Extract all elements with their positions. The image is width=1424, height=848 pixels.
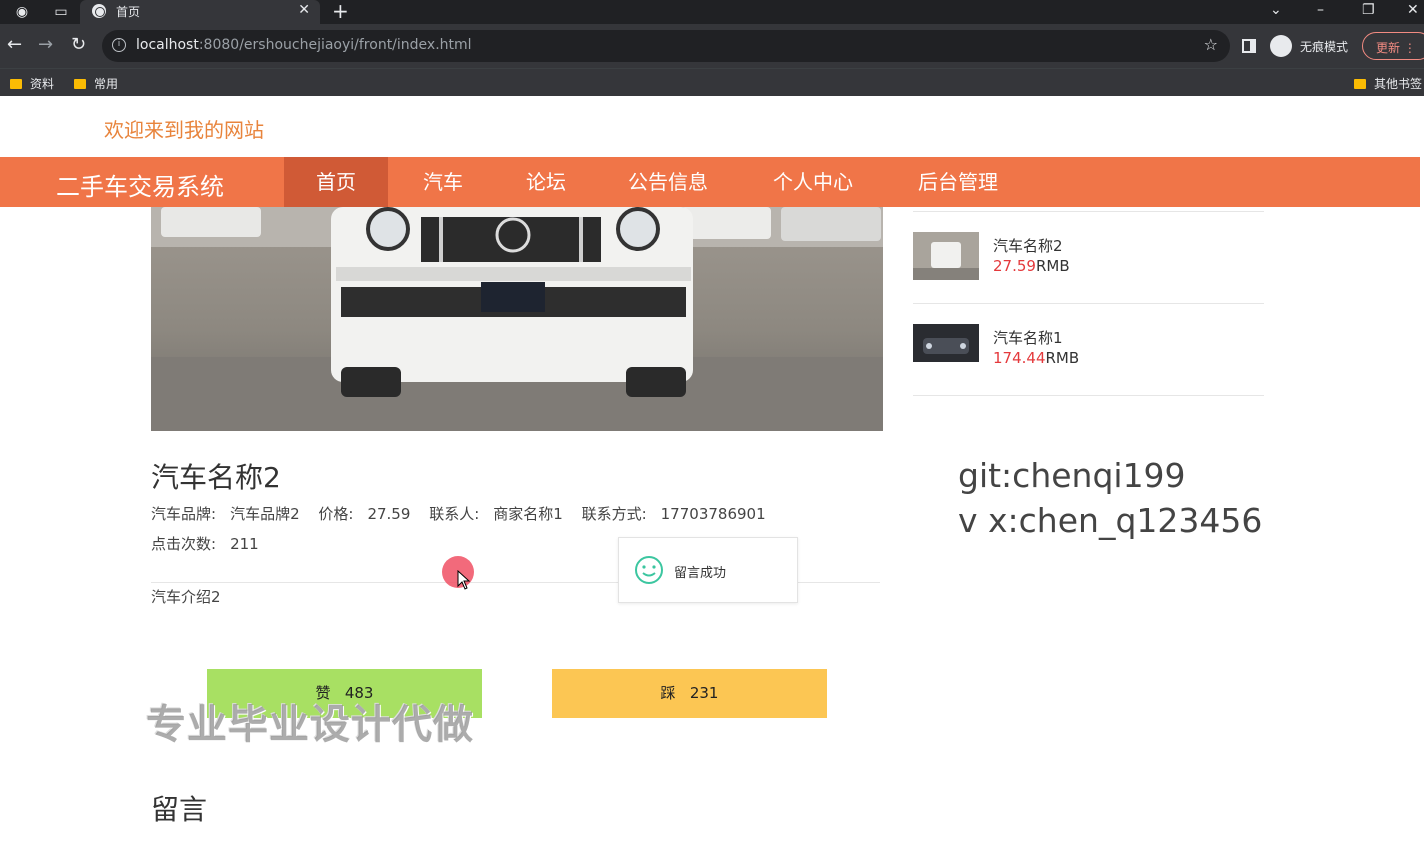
folder-icon xyxy=(10,79,22,89)
close-tab-icon[interactable]: ✕ xyxy=(298,2,310,18)
phone-value: 17703786901 xyxy=(660,505,766,523)
git-contact: git:chenqi199 xyxy=(958,456,1186,495)
bookmarks-bar: 资料 常用 其他书签 xyxy=(0,68,1424,96)
dislike-count: 231 xyxy=(689,684,719,702)
toolbar: ← → ↻ i localhost:8080/ershouchejiaoyi/f… xyxy=(0,24,1424,68)
chevron-down-icon[interactable]: ⌄ xyxy=(1270,0,1282,20)
incognito-label: 无痕模式 xyxy=(1300,40,1349,54)
site-brand[interactable]: 二手车交易系统 xyxy=(56,167,224,202)
nav-admin[interactable]: 后台管理 xyxy=(918,157,998,207)
welcome-text: 欢迎来到我的网站 xyxy=(104,118,264,142)
clicks-value: 211 xyxy=(230,535,259,553)
success-toast: 留言成功 xyxy=(618,537,798,603)
brand-value: 汽车品牌2 xyxy=(230,505,300,523)
phone-label: 联系方式: xyxy=(581,505,647,523)
globe-icon[interactable]: ◉ xyxy=(13,3,31,21)
price-value: 27.59 xyxy=(367,505,411,523)
close-window-button[interactable]: ✕ xyxy=(1407,0,1419,20)
car-thumbnail xyxy=(913,232,979,280)
bookmark-folder-other[interactable]: 其他书签 xyxy=(1354,75,1422,92)
comments-heading: 留言 xyxy=(151,793,208,826)
star-icon[interactable]: ☆ xyxy=(1204,35,1218,54)
car-meta-line: 汽车品牌: 汽车品牌2 价格: 27.59 联系人: 商家名称1 联系方式: 17703… xyxy=(151,503,780,524)
list-item-name: 汽车名称1 xyxy=(993,329,1063,347)
info-icon[interactable]: i xyxy=(112,38,126,52)
tab-search-icon[interactable]: ▭ xyxy=(52,3,70,21)
nav-announcements[interactable]: 公告信息 xyxy=(628,157,708,207)
address-bar[interactable]: i localhost:8080/ershouchejiaoyi/front/i… xyxy=(102,30,1230,62)
browser-tab[interactable]: 首页 ✕ xyxy=(80,0,320,24)
side-panel-icon[interactable] xyxy=(1242,39,1256,53)
list-item-price: 27.59RMB xyxy=(993,257,1070,275)
url-text: localhost:8080/ershouchejiaoyi/front/ind… xyxy=(136,37,472,53)
bookmark-folder-changyong[interactable]: 常用 xyxy=(74,75,118,92)
car-title: 汽车名称2 xyxy=(151,461,281,494)
update-button[interactable]: 更新 ⋮ xyxy=(1362,32,1424,60)
contact-label: 联系人: xyxy=(429,505,480,523)
car-clicks-line: 点击次数: 211 xyxy=(151,533,273,554)
nav-home[interactable]: 首页 xyxy=(284,157,388,207)
mouse-cursor-icon xyxy=(457,570,471,590)
bookmark-folder-ziliao[interactable]: 资料 xyxy=(10,75,54,92)
restore-button[interactable]: ❐ xyxy=(1362,0,1375,20)
folder-icon xyxy=(1354,79,1366,89)
nav-cars[interactable]: 汽车 xyxy=(423,157,463,207)
globe-icon xyxy=(92,4,106,18)
divider xyxy=(913,395,1264,396)
nav-forum[interactable]: 论坛 xyxy=(526,157,566,207)
list-item-name: 汽车名称2 xyxy=(993,237,1063,255)
clicks-label: 点击次数: xyxy=(151,535,217,553)
price-label: 价格: xyxy=(318,505,354,523)
car-main-image xyxy=(151,207,883,431)
car-thumbnail xyxy=(913,324,979,362)
smile-icon xyxy=(635,556,663,584)
tab-title: 首页 xyxy=(116,5,141,19)
nav-personal-center[interactable]: 个人中心 xyxy=(773,157,853,207)
new-tab-button[interactable]: + xyxy=(332,0,349,22)
car-intro: 汽车介绍2 xyxy=(151,588,221,606)
contact-value: 商家名称1 xyxy=(493,505,563,523)
browser-tab-strip: ◉ ▭ 首页 ✕ + ⌄ – ❐ ✕ xyxy=(0,0,1424,24)
brand-label: 汽车品牌: xyxy=(151,505,217,523)
wx-contact: v x:chen_q123456 xyxy=(958,501,1263,540)
folder-icon xyxy=(74,79,86,89)
dislike-button[interactable]: 踩 231 xyxy=(552,669,827,718)
main-nav: 二手车交易系统 首页 汽车 论坛 公告信息 个人中心 后台管理 xyxy=(0,157,1420,207)
incognito-icon[interactable] xyxy=(1270,35,1292,57)
list-item[interactable]: 汽车名称1 174.44RMB xyxy=(913,303,1264,395)
watermark-text: 专业毕业设计代做 xyxy=(146,702,474,748)
minimize-button[interactable]: – xyxy=(1317,0,1324,20)
back-arrow-icon[interactable]: ← xyxy=(7,34,22,56)
toast-message: 留言成功 xyxy=(674,566,727,581)
reload-icon[interactable]: ↻ xyxy=(71,34,86,56)
list-item[interactable]: 汽车名称2 27.59RMB xyxy=(913,211,1264,303)
forward-arrow-icon[interactable]: → xyxy=(38,34,53,56)
list-item-price: 174.44RMB xyxy=(993,349,1080,367)
